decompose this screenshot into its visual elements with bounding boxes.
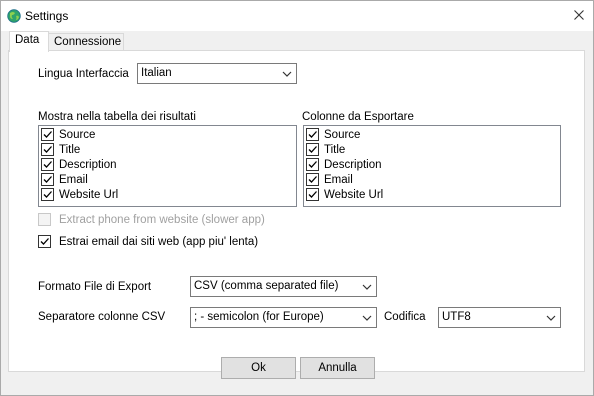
checkbox-checked-icon: [38, 235, 51, 248]
export-columns-list[interactable]: Source Title Description Email Website U…: [303, 125, 561, 207]
ok-button[interactable]: Ok: [221, 357, 296, 379]
checkbox-unchecked-icon: [38, 213, 51, 226]
chevron-down-icon: [281, 68, 293, 80]
title-bar: Settings: [1, 1, 593, 31]
results-item-label: Source: [59, 128, 96, 141]
results-item-title[interactable]: Title: [41, 142, 80, 157]
checkbox-checked-icon: [41, 158, 54, 171]
checkbox-checked-icon: [41, 188, 54, 201]
results-item-label: Description: [59, 158, 117, 171]
export-columns-label: Colonne da Esportare: [302, 111, 414, 123]
export-format-select[interactable]: CSV (comma separated file): [190, 276, 377, 297]
extract-phone-checkbox[interactable]: Extract phone from website (slower app): [38, 212, 265, 227]
extract-phone-label: Extract phone from website (slower app): [59, 213, 265, 226]
export-item-label: Title: [324, 143, 346, 156]
extract-email-checkbox[interactable]: Estrai email dai siti web (app piu' lent…: [38, 234, 258, 249]
results-item-source[interactable]: Source: [41, 127, 95, 142]
results-table-list[interactable]: Source Title Description Email Website U…: [38, 125, 297, 207]
results-item-website-url[interactable]: Website Url: [41, 187, 118, 202]
export-item-website-url[interactable]: Website Url: [306, 187, 383, 202]
separator-select[interactable]: ; - semicolon (for Europe): [190, 307, 377, 328]
language-select[interactable]: Italian: [137, 63, 297, 84]
results-item-label: Website Url: [59, 188, 119, 201]
export-item-email[interactable]: Email: [306, 172, 353, 187]
export-format-value: CSV (comma separated file): [194, 280, 339, 292]
close-icon: [574, 8, 584, 23]
language-value: Italian: [141, 67, 172, 79]
cancel-button-label: Annulla: [318, 362, 357, 374]
checkbox-checked-icon: [306, 173, 319, 186]
export-format-label: Formato File di Export: [38, 281, 152, 293]
encoding-value: UTF8: [442, 311, 471, 323]
results-item-label: Email: [59, 173, 88, 186]
dialog-body: Data Connessione Lingua Interfaccia Ital…: [1, 31, 593, 395]
checkbox-checked-icon: [306, 158, 319, 171]
tab-connessione-label: Connessione: [54, 36, 122, 48]
ok-button-label: Ok: [251, 362, 266, 374]
results-item-email[interactable]: Email: [41, 172, 88, 187]
globe-icon: [7, 9, 21, 23]
export-item-title[interactable]: Title: [306, 142, 345, 157]
chevron-down-icon: [361, 281, 373, 293]
tab-data-label: Data: [15, 34, 40, 46]
checkbox-checked-icon: [306, 128, 319, 141]
export-item-label: Source: [324, 128, 361, 141]
tab-data[interactable]: Data: [9, 31, 49, 52]
results-table-label: Mostra nella tabella dei risultati: [38, 111, 196, 123]
results-item-description[interactable]: Description: [41, 157, 117, 172]
tab-page-data: Lingua Interfaccia Italian Mostra nella …: [8, 50, 585, 372]
language-label: Lingua Interfaccia: [38, 68, 129, 80]
export-item-label: Email: [324, 173, 353, 186]
export-item-description[interactable]: Description: [306, 157, 382, 172]
cancel-button[interactable]: Annulla: [300, 357, 375, 379]
window-title: Settings: [25, 9, 69, 23]
chevron-down-icon: [545, 312, 557, 324]
close-button[interactable]: [565, 1, 593, 30]
encoding-label: Codifica: [384, 311, 426, 323]
export-item-label: Description: [324, 158, 382, 171]
checkbox-checked-icon: [306, 188, 319, 201]
extract-email-label: Estrai email dai siti web (app piu' lent…: [59, 235, 259, 248]
export-item-label: Website Url: [324, 188, 384, 201]
encoding-select[interactable]: UTF8: [438, 307, 561, 328]
results-item-label: Title: [59, 143, 81, 156]
checkbox-checked-icon: [41, 128, 54, 141]
checkbox-checked-icon: [41, 143, 54, 156]
settings-window: Settings Data Connessione Lingua Interfa…: [0, 0, 594, 396]
chevron-down-icon: [361, 312, 373, 324]
separator-label: Separatore colonne CSV: [38, 311, 166, 323]
checkbox-checked-icon: [41, 173, 54, 186]
checkbox-checked-icon: [306, 143, 319, 156]
separator-value: ; - semicolon (for Europe): [194, 311, 324, 323]
export-item-source[interactable]: Source: [306, 127, 360, 142]
